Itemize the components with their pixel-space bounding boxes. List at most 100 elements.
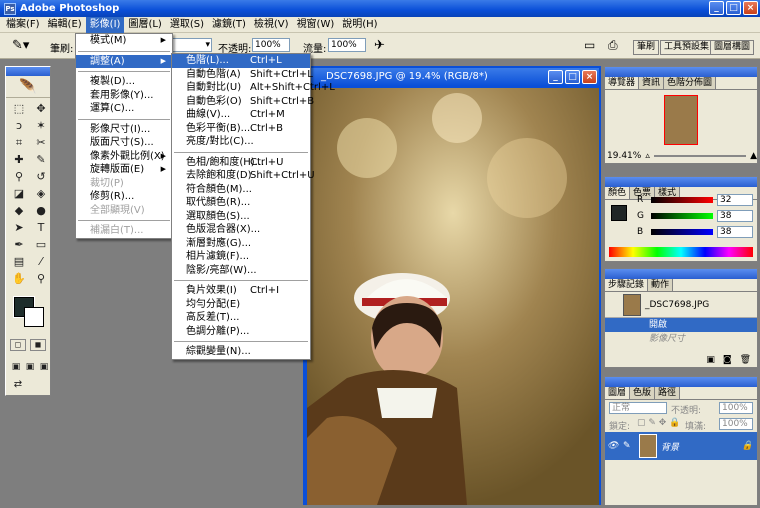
delete-state-icon[interactable]: 🗑 (740, 355, 751, 365)
menu-image[interactable]: 影像(I) (85, 16, 125, 33)
opacity-input[interactable]: 100% (252, 38, 290, 52)
adjust-menu-item-14[interactable]: 漸層對應(G)... (172, 237, 310, 251)
image-menu-item-14[interactable]: 全部顯現(V) (76, 204, 172, 218)
image-menu-item-8[interactable]: 影像尺寸(I)... (76, 123, 172, 137)
menu-help[interactable]: 說明(H) (338, 17, 381, 33)
healing-icon[interactable]: ✚ (9, 152, 29, 168)
adjust-menu-item-23[interactable]: 綜觀變量(N)... (172, 345, 310, 359)
adjust-menu-item-13[interactable]: 色版混合器(X)... (172, 223, 310, 237)
eraser-icon[interactable]: ◪ (9, 186, 29, 202)
history-brush-icon[interactable]: ↺ (31, 169, 51, 185)
minimize-button[interactable]: _ (709, 1, 724, 15)
tab-channels[interactable]: 色版 (630, 387, 656, 399)
jump-to-imageready-icon[interactable]: ⇄ (10, 377, 26, 393)
image-menu-item-10[interactable]: 像素外觀比例(X) ▶ (76, 150, 172, 164)
image-menu-item-9[interactable]: 版面尺寸(S)... (76, 136, 172, 150)
zoom-in-icon[interactable]: ▲ (750, 151, 757, 161)
adjust-menu-item-4[interactable]: 曲線(V)... Ctrl+M (172, 108, 310, 122)
history-item-open[interactable]: 開啟 (605, 318, 757, 332)
blur-icon[interactable]: ◆ (9, 203, 29, 219)
navigator-zoom[interactable]: 19.41% (607, 151, 641, 161)
adjust-menu-item-1[interactable]: 自動色階(A) Shift+Ctrl+L (172, 68, 313, 82)
adjust-menu-item-16[interactable]: 陰影/亮部(W)... (172, 264, 310, 278)
adjust-menu-item-9[interactable]: 去除飽和度(D) Shift+Ctrl+U (172, 169, 315, 183)
zoom-icon[interactable]: ⚲ (31, 271, 51, 287)
adjust-menu-item-0[interactable]: 色階(L)... Ctrl+L (172, 54, 310, 68)
fill-input[interactable]: 100% (719, 418, 753, 430)
image-menu-item-4[interactable]: 複製(D)... (76, 75, 172, 89)
adjust-menu-item-19[interactable]: 均勻分配(E) (172, 298, 310, 312)
b-input[interactable]: 38 (717, 226, 753, 238)
layer-row-background[interactable]: 👁 ✎ 背景 🔒 (605, 432, 757, 460)
image-menu-item-5[interactable]: 套用影像(Y)... (76, 89, 172, 103)
adjust-menu-item-15[interactable]: 相片濾鏡(F)... (172, 250, 310, 264)
marquee-icon[interactable]: ⬚ (9, 101, 29, 117)
dodge-icon[interactable]: ● (31, 203, 51, 219)
blend-mode-select[interactable]: 正常 (609, 402, 667, 414)
photo-canvas[interactable] (307, 88, 599, 505)
doc-close-button[interactable]: × (582, 70, 597, 84)
adjust-menu-item-20[interactable]: 高反差(T)... (172, 311, 310, 325)
tab-brushes[interactable]: 筆刷 (633, 40, 660, 55)
layer-opacity-input[interactable]: 100% (719, 402, 753, 414)
image-menu-item-16[interactable]: 補漏白(T)... (76, 224, 172, 238)
menu-layer[interactable]: 圖層(L) (124, 17, 165, 33)
mode-select[interactable]: ▾ (172, 38, 212, 52)
adjust-menu-item-2[interactable]: 自動對比(U) Alt+Shift+Ctrl+L (172, 81, 335, 95)
path-select-icon[interactable]: ➤ (9, 220, 29, 236)
shape-icon[interactable]: ▭ (31, 237, 51, 253)
tab-layer-comps[interactable]: 圖層構圖 (710, 40, 755, 55)
close-button[interactable]: × (743, 1, 758, 15)
layers-panel-title[interactable] (605, 377, 757, 387)
stamp-icon[interactable]: ⚲ (9, 169, 29, 185)
zoom-slider[interactable] (653, 155, 747, 157)
pen-icon[interactable]: ✒ (9, 237, 29, 253)
screen-mode-full-icon[interactable]: ▣ (24, 359, 36, 375)
image-menu-item-13[interactable]: 修剪(R)... (76, 190, 172, 204)
tab-history[interactable]: 步驟記錄 (605, 279, 649, 291)
image-menu-item-2[interactable]: 調整(A) ▶ (76, 54, 172, 68)
image-menu-item-6[interactable]: 運算(C)... (76, 102, 172, 116)
screen-mode-standard-icon[interactable]: ▣ (10, 359, 22, 375)
menu-window[interactable]: 視窗(W) (293, 17, 339, 33)
adjust-menu-item-3[interactable]: 自動色彩(O) Shift+Ctrl+B (172, 95, 314, 109)
adjust-menu-item-10[interactable]: 符合顏色(M)... (172, 183, 310, 197)
type-icon[interactable]: T (31, 220, 51, 236)
r-slider[interactable] (651, 197, 713, 203)
brush-tool-icon[interactable]: ✎▾ (12, 38, 29, 53)
menu-view[interactable]: 檢視(V) (250, 17, 293, 33)
bucket-icon[interactable]: ◈ (31, 186, 51, 202)
new-snapshot-icon[interactable]: ◙ (723, 355, 732, 365)
adjust-menu-item-11[interactable]: 取代顏色(R)... (172, 196, 310, 210)
history-item-image-size[interactable]: 影像尺寸 (605, 332, 757, 346)
lock-icons[interactable]: ▢ ✎ ✥ 🔒 (637, 418, 680, 428)
g-input[interactable]: 38 (717, 210, 753, 222)
new-document-icon[interactable]: ▣ (706, 355, 715, 365)
magic-wand-icon[interactable]: ✶ (31, 118, 51, 134)
toolbox-title[interactable] (6, 67, 50, 76)
zoom-out-icon[interactable]: ▵ (645, 151, 650, 161)
crop-icon[interactable]: ⌗ (9, 135, 29, 151)
hand-icon[interactable]: ✋ (9, 271, 29, 287)
image-menu-item-12[interactable]: 裁切(P) (76, 177, 172, 191)
navigator-preview[interactable] (605, 90, 757, 150)
tab-info[interactable]: 資訊 (639, 77, 665, 89)
notes-icon[interactable]: ▤ (9, 254, 29, 270)
image-menu-item-0[interactable]: 模式(M) ▶ (76, 34, 172, 48)
image-menu-item-11[interactable]: 旋轉版面(E) ▶ (76, 163, 172, 177)
history-panel-title[interactable] (605, 269, 757, 279)
menu-filter[interactable]: 濾鏡(T) (208, 17, 250, 33)
adjust-menu-item-5[interactable]: 色彩平衡(B)... Ctrl+B (172, 122, 310, 136)
menu-file[interactable]: 檔案(F) (2, 17, 44, 33)
b-slider[interactable] (651, 229, 713, 235)
history-snapshot[interactable]: _DSC7698.JPG (605, 292, 757, 318)
tab-tool-presets[interactable]: 工具預設集 (660, 40, 714, 55)
adjust-menu-item-12[interactable]: 選取顏色(S)... (172, 210, 310, 224)
tab-paths[interactable]: 路徑 (655, 387, 681, 399)
navigator-panel-title[interactable] (605, 67, 757, 77)
menu-select[interactable]: 選取(S) (166, 17, 208, 33)
screen-mode-black-icon[interactable]: ▣ (38, 359, 50, 375)
adjust-menu-item-8[interactable]: 色相/飽和度(H)... Ctrl+U (172, 156, 310, 170)
color-panel-title[interactable] (605, 177, 757, 187)
maximize-button[interactable]: □ (726, 1, 741, 15)
